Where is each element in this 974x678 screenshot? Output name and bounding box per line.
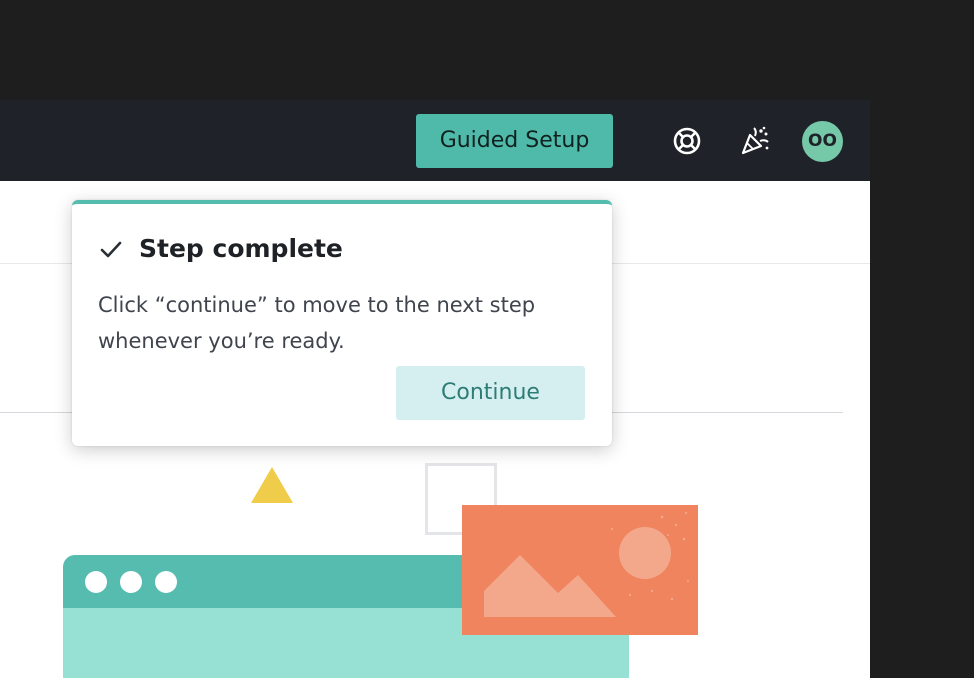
lifebuoy-icon[interactable] <box>670 124 704 158</box>
decorative-triangle <box>251 467 293 503</box>
continue-button[interactable]: Continue <box>396 366 585 420</box>
party-popper-icon[interactable] <box>738 124 772 158</box>
top-navigation-bar: Guided Setup OO <box>0 100 870 181</box>
image-placeholder-illustration <box>462 505 698 635</box>
popover-message: Click “continue” to move to the next ste… <box>98 293 536 353</box>
illustration-dot <box>85 571 107 593</box>
user-avatar[interactable]: OO <box>802 121 843 162</box>
popover-title: Step complete <box>139 234 343 263</box>
illustration-dot <box>155 571 177 593</box>
illustration-dot <box>120 571 142 593</box>
step-complete-popover: Step complete Click “continue” to move t… <box>72 200 612 446</box>
checkmark-icon <box>98 237 124 263</box>
guided-setup-button[interactable]: Guided Setup <box>416 114 613 168</box>
